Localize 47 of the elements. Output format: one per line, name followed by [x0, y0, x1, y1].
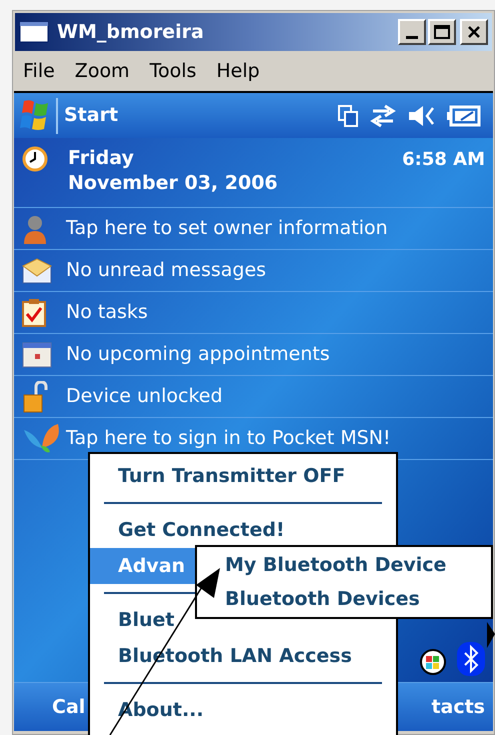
- menu-item[interactable]: Get Connected!: [90, 512, 396, 548]
- bluetooth-icon[interactable]: [457, 642, 485, 676]
- menu-bar-item[interactable]: Zoom: [74, 56, 130, 86]
- today-item-text: No unread messages: [66, 258, 266, 284]
- start-button[interactable]: Start: [64, 101, 118, 130]
- connectivity-icon[interactable]: [369, 104, 397, 128]
- menu-bar-item[interactable]: File: [23, 56, 55, 86]
- clipboard-icon: [22, 298, 46, 326]
- menu-item[interactable]: Bluetooth Devices: [197, 582, 491, 616]
- today-item[interactable]: Device unlocked: [14, 376, 493, 418]
- clock-icon[interactable]: [22, 146, 48, 172]
- today-item[interactable]: No unread messages: [14, 250, 493, 292]
- softkey-left[interactable]: Cal: [52, 692, 86, 722]
- envelope-icon: [22, 258, 52, 284]
- softkey-right[interactable]: tacts: [431, 692, 485, 722]
- person-icon: [22, 214, 48, 244]
- today-item-text: No upcoming appointments: [66, 342, 330, 368]
- today-item[interactable]: No upcoming appointments: [14, 334, 493, 376]
- window-title: WM_bmoreira: [57, 20, 204, 45]
- today-item-text: Tap here to sign in to Pocket MSN!: [66, 426, 391, 452]
- padlock-icon: [22, 380, 48, 412]
- window-icon: [19, 21, 49, 43]
- today-item[interactable]: No tasks: [14, 292, 493, 334]
- time-label: 6:58 AM: [402, 148, 485, 172]
- maximize-icon: [434, 25, 450, 39]
- maximize-button[interactable]: [428, 19, 456, 45]
- today-item-text: No tasks: [66, 300, 148, 326]
- day-label: Friday: [68, 146, 135, 171]
- today-item-text: Device unlocked: [66, 384, 223, 410]
- date-label: November 03, 2006: [68, 171, 278, 196]
- calendar-icon: [22, 342, 52, 368]
- menu-item[interactable]: Turn Transmitter OFF: [90, 458, 396, 494]
- menu-bar-item[interactable]: Help: [216, 56, 260, 86]
- annotation-arrowhead: [487, 622, 495, 648]
- close-button[interactable]: [460, 19, 488, 45]
- minimize-icon: [406, 36, 418, 39]
- menu-item[interactable]: My Bluetooth Device: [197, 548, 491, 582]
- battery-icon[interactable]: [447, 104, 481, 126]
- menu-bar-item[interactable]: Tools: [150, 56, 196, 86]
- documents-icon[interactable]: [337, 104, 359, 128]
- close-icon: [467, 25, 481, 39]
- speaker-icon[interactable]: [407, 104, 437, 128]
- today-item[interactable]: Tap here to set owner information: [14, 208, 493, 250]
- butterfly-icon: [22, 422, 62, 456]
- tray-app-icon[interactable]: [419, 648, 447, 676]
- today-item-text: Tap here to set owner information: [66, 216, 388, 242]
- minimize-button[interactable]: [398, 19, 426, 45]
